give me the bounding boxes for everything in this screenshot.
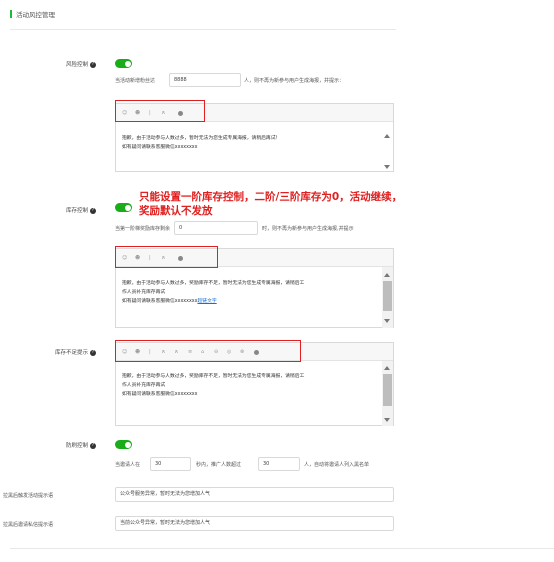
risk-fans-input[interactable]: 8888 <box>169 73 241 87</box>
scrollbar-thumb[interactable] <box>383 281 392 311</box>
anti-hint-prefix: 当邀请人在 <box>115 462 141 468</box>
risk-hint-prefix: 当活动新增粉丝达 <box>115 78 156 84</box>
stock-short-line3: 如有疑问请联系客服微信xxxxxxxx <box>122 392 198 397</box>
question-icon[interactable]: ? <box>90 442 96 449</box>
blacklist-tip-input[interactable]: 公众号服务异常，暂时无法为您增加人气 <box>115 487 394 502</box>
stock-hint-suffix: 时，则不再为新参与用户生成海报,并提示 <box>262 226 354 232</box>
scroll-up-icon[interactable] <box>384 366 390 370</box>
stock-editor-line3: 如有疑问请联系客服微信xxxxxxxx超链文字 <box>122 298 217 306</box>
stock-editor-line3-text: 如有疑问请联系客服微信xxxxxxxx <box>122 299 198 304</box>
toolbar-highlight-box <box>115 246 218 268</box>
stock-control-toggle[interactable] <box>115 203 132 212</box>
question-icon[interactable]: ? <box>90 349 96 356</box>
stock-short-label: 库存不足提示? <box>16 348 96 356</box>
stock-hint-prefix: 当第一阶梯奖励库存剩余 <box>115 226 171 232</box>
risk-hint-suffix: 人，则不再为新参与用户生成海报，并提示： <box>244 78 345 84</box>
scroll-up-icon[interactable] <box>384 134 390 138</box>
question-icon[interactable]: ? <box>90 61 96 68</box>
risk-editor-line2: 如有疑问请联系客服微信xxxxxxxx <box>122 145 198 150</box>
question-icon[interactable]: ? <box>90 207 96 214</box>
risk-control-label: 风险控制? <box>16 60 96 68</box>
stock-control-label-text: 库存控制 <box>65 208 88 214</box>
section-divider <box>10 29 396 30</box>
risk-control-label-text: 风险控制 <box>65 62 88 68</box>
stock-remaining-input[interactable]: 0 <box>174 221 258 235</box>
anti-hint-suffix: 人，自动将邀请人列入黑名单 <box>304 462 370 468</box>
anti-fraud-label-text: 防刷控制 <box>65 443 88 449</box>
toolbar-highlight-box <box>115 340 301 362</box>
section-accent-bar <box>10 10 12 18</box>
scrollbar-thumb[interactable] <box>383 374 392 406</box>
hyperlink-text[interactable]: 超链文字 <box>197 299 216 304</box>
annotation-line2: 奖励默认不发放 <box>139 205 213 217</box>
scroll-down-icon[interactable] <box>384 319 390 323</box>
anti-seconds-input[interactable]: 30 <box>150 457 191 471</box>
scroll-down-icon[interactable] <box>384 165 390 169</box>
annotation-line1: 只能设置一阶库存控制，二阶/三阶库存为0，活动继续， <box>139 191 403 203</box>
blacklist-tip-label: 拉黑后触发活动提示语 <box>3 493 54 499</box>
scroll-down-icon[interactable] <box>384 418 390 422</box>
scroll-up-icon[interactable] <box>384 273 390 277</box>
section-title: 活动风控管理 <box>16 11 55 19</box>
blacklist-private-label: 拉黑后邀请私信提示语 <box>3 522 54 528</box>
stock-control-label: 库存控制? <box>16 206 96 214</box>
toolbar-highlight-box <box>115 100 205 122</box>
stock-editor-line2: 作人员补充库存再试 <box>122 290 166 295</box>
anti-fraud-label: 防刷控制? <box>16 441 96 449</box>
stock-short-line1: 抱歉，由于活动参与人数过多，奖励库存不足，暂时无法为您生成专属海报，请稍后工 <box>122 374 305 379</box>
risk-control-toggle[interactable] <box>115 59 132 68</box>
stock-short-line2: 作人员补充库存再试 <box>122 383 166 388</box>
risk-editor-line1: 抱歉，由于活动参与人数过多，暂时无法为您生成专属海报，请稍后再试！ <box>122 136 281 141</box>
stock-short-label-text: 库存不足提示 <box>54 350 88 356</box>
anti-hint-middle: 秒内，推广人数超过 <box>196 462 242 468</box>
blacklist-private-input[interactable]: 当前公众号异常，暂时无法为您增加人气 <box>115 516 394 531</box>
stock-editor-line1: 抱歉，由于活动参与人数过多，奖励库存不足，暂时无法为您生成专属海报，请稍后工 <box>122 281 305 286</box>
bottom-divider <box>10 548 554 549</box>
anti-fraud-toggle[interactable] <box>115 440 132 449</box>
anti-count-input[interactable]: 30 <box>258 457 300 471</box>
